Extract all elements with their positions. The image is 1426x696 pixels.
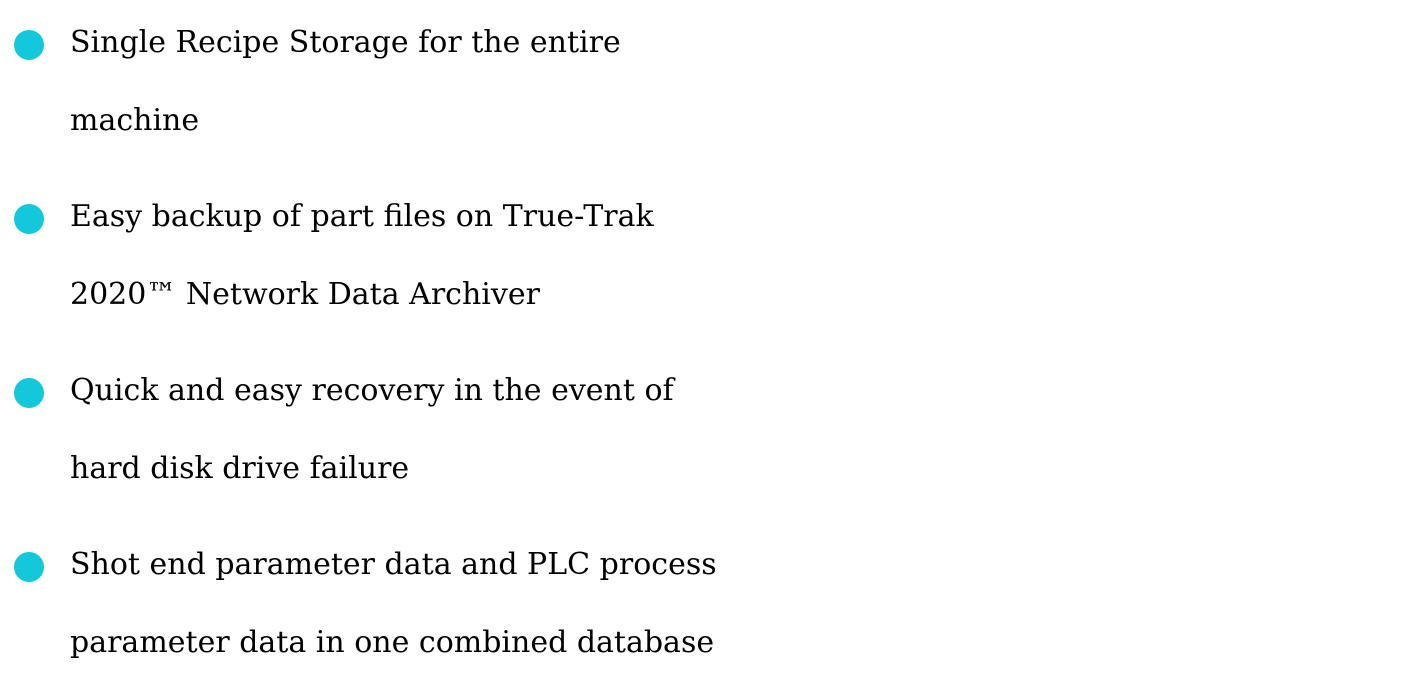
bullet-text: Single Recipe Storage for the entire mac…: [70, 4, 1420, 160]
bullet-line: hard disk drive failure: [70, 451, 410, 486]
bullet-line: machine: [70, 103, 200, 138]
bullet-dot-icon: [14, 30, 44, 60]
slide: Single Recipe Storage for the entire mac…: [0, 0, 1426, 692]
list-item: Quick and easy recovery in the event of …: [0, 352, 1426, 522]
list-item: Shot end parameter data and PLC process …: [0, 526, 1426, 696]
bullet-line: Single Recipe Storage for the entire: [70, 25, 621, 60]
bullet-text: Quick and easy recovery in the event of …: [70, 352, 1420, 508]
bullet-line: parameter data in one combined database: [70, 625, 715, 660]
bullet-dot-icon: [14, 204, 44, 234]
bullet-dot-icon: [14, 552, 44, 582]
bullet-line: 2020™ Network Data Archiver: [70, 277, 540, 312]
bullet-text: Easy backup of part files on True-Trak 2…: [70, 178, 1420, 334]
bullet-line: Shot end parameter data and PLC process: [70, 547, 717, 582]
bullet-line: Quick and easy recovery in the event of: [70, 373, 674, 408]
bullet-line: Easy backup of part files on True-Trak: [70, 199, 654, 234]
list-item: Easy backup of part files on True-Trak 2…: [0, 178, 1426, 348]
bullet-text: Shot end parameter data and PLC process …: [70, 526, 1420, 682]
list-item: Single Recipe Storage for the entire mac…: [0, 4, 1426, 174]
bullet-dot-icon: [14, 378, 44, 408]
